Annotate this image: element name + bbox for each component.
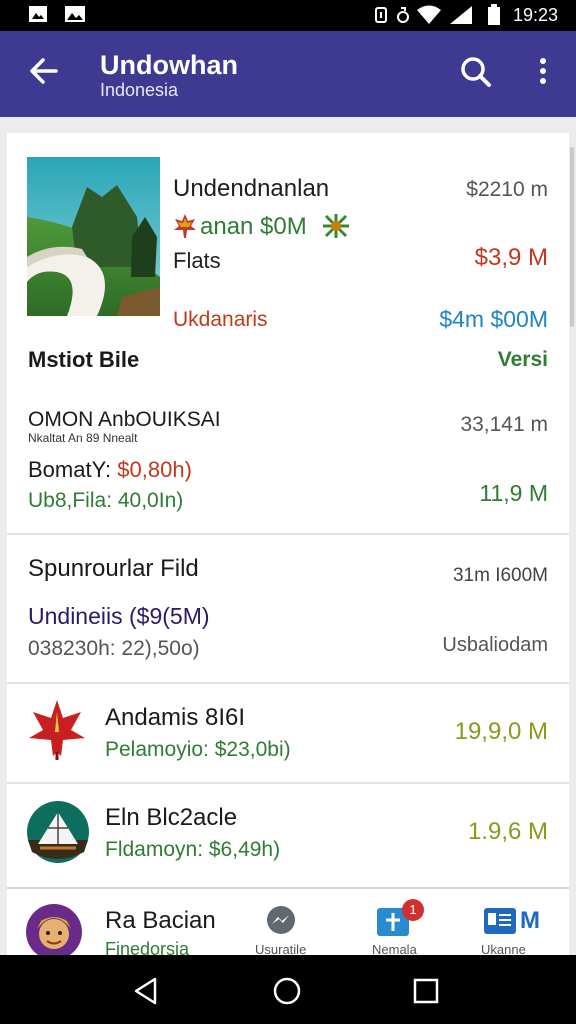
listing-content[interactable]: Undendnanlan $2210 m anan $0M Flats $3,9… [0,117,576,961]
recents-nav-icon[interactable] [413,978,439,1004]
featured-thumbnail [27,157,160,316]
listing-name: Eln Blc2acle [105,804,238,831]
listing-name: Spunrourlar Fild [28,555,199,582]
status-bar: 19:23 [0,0,576,31]
profile-name: Ra Bacian [105,907,216,934]
section-action[interactable]: Versi [498,348,548,372]
list-item[interactable]: Andamis 8I6I Pelamoyio: $23,0bi) 19,9,0 … [7,684,569,782]
vibrate-icon [372,6,390,24]
image-icon [64,5,86,23]
signal-icon [449,5,473,25]
list-item[interactable]: Spunrourlar Fild 31m I600M Undineiis ($9… [7,535,569,682]
section-title: Mstiot Bile [28,347,140,372]
scrollbar[interactable] [570,147,574,327]
listing-metric: 31m I600M [452,565,548,586]
battery-icon [487,4,501,26]
listing-subtitle: Nkaltat An 89 Nnealt [28,431,138,445]
featured-price-top: $2210 m [466,178,548,201]
featured-type: Flats [173,248,221,273]
list-item[interactable]: Eln Blc2acle Fldamoyn: $6,49h) 1.9,6 M [7,784,569,886]
wifi-icon [416,5,442,25]
more-options-icon[interactable] [536,57,550,87]
back-arrow-icon[interactable] [28,55,60,87]
listing-price-value: $0,80h) [117,457,192,482]
featured-value2: $4m $00M [439,306,548,332]
listing-file-line: Ub8,Fila: 40,0In) [28,489,184,512]
listing-name: Andamis 8I6I [105,704,246,731]
listing-price-label: BomatY: [28,457,112,482]
tab-nemala[interactable]: 1 Nemala [362,893,432,957]
alarm-icon [396,6,410,24]
maple-leaf-icon [173,213,197,239]
document-icon [483,907,517,935]
tent-icon [26,800,90,864]
listing-code-line: 038230h: 22),50o) [28,637,200,660]
search-icon[interactable] [459,55,493,89]
maple-leaf-icon [25,698,89,762]
featured-promo: anan $0M [200,213,307,240]
tab-usuratile[interactable]: Usuratile [249,901,313,957]
featured-value: $3,9 M [474,244,548,271]
app-bar: Undowhan Indonesia [0,31,576,117]
list-item[interactable]: OMON AnbOUIKSAI Nkaltat An 89 Nnealt 33,… [7,397,569,533]
tab-icon-letter: M [520,907,540,934]
avatar[interactable] [25,903,83,961]
featured-listing[interactable]: Undendnanlan $2210 m anan $0M Flats $3,9… [7,133,569,343]
back-nav-icon[interactable] [133,977,159,1005]
listing-price-line: Undineiis ($9(5M) [28,603,210,629]
featured-name: Undendnanlan [173,175,330,202]
notification-badge: 1 [402,899,424,921]
listing-price-line: BomatY: $0,80h) [28,457,192,483]
listing-metric: 33,141 m [460,413,548,436]
listing-value: 1.9,6 M [467,818,548,845]
tab-ukanne[interactable]: M Ukanne [471,901,561,957]
bottom-bar: Ra Bacian Finedorsia Usuratile 1 Nemala … [7,887,569,961]
messenger-icon [266,905,296,935]
status-time: 19:23 [513,5,559,25]
featured-category: Ukdanaris [173,308,268,331]
app-subtitle: Indonesia [100,80,179,100]
listing-name: OMON AnbOUIKSAI [28,408,221,431]
app-title: Undowhan [100,50,238,80]
listing-location: Usbaliodam [442,634,548,656]
listing-price-line: Pelamoyio: $23,0bi) [105,738,291,761]
listing-value: 19,9,0 M [454,718,548,745]
home-nav-icon[interactable] [272,976,302,1006]
listing-value: 11,9 M [479,480,548,506]
system-nav-bar [0,955,576,1024]
gallery-icon [28,5,48,23]
sparkle-icon [322,213,350,239]
listing-price-line: Fldamoyn: $6,49h) [105,838,281,861]
